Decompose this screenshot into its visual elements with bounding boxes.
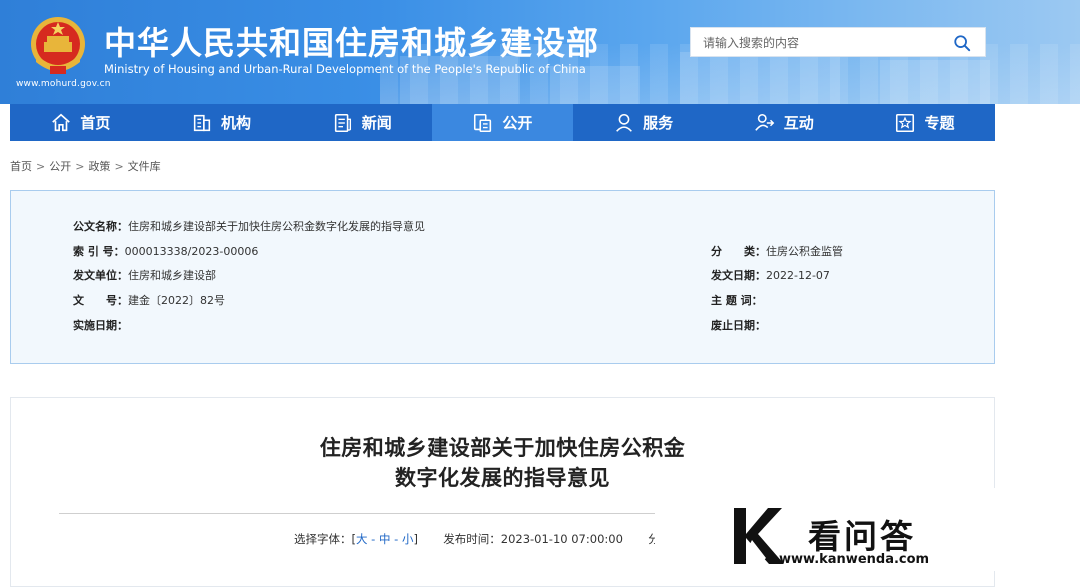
national-emblem-icon xyxy=(31,17,85,74)
keywords-label: 主 题 词： xyxy=(711,294,763,307)
nav-item-organization[interactable]: 机构 xyxy=(151,104,292,141)
font-size-medium-link[interactable]: 中 xyxy=(379,532,391,546)
keywords-row: 主 题 词： xyxy=(711,292,763,308)
effective-date-label: 实施日期： xyxy=(73,319,128,332)
search-input[interactable] xyxy=(703,33,943,53)
doc-name-row: 公文名称：住房和城乡建设部关于加快住房公积金数字化发展的指导意见 xyxy=(73,218,425,234)
doc-no-value: 建金〔2022〕82号 xyxy=(128,294,225,307)
watermark-url: www.kanwenda.com xyxy=(779,552,930,567)
article-meta: 选择字体：[大 - 中 - 小] 发布时间：2023-01-10 07:00:0… xyxy=(294,531,660,547)
doc-name-label: 公文名称： xyxy=(73,220,128,233)
search-box xyxy=(690,27,986,57)
category-label: 分 类： xyxy=(711,245,766,258)
breadcrumb-item-home[interactable]: 首页 xyxy=(10,160,32,173)
nav-label: 专题 xyxy=(924,114,955,132)
issuer-value: 住房和城乡建设部 xyxy=(128,269,216,282)
breadcrumb-item-policy[interactable]: 政策 xyxy=(88,160,110,173)
breadcrumb: 首页 > 公开 > 政策 > 文件库 xyxy=(10,158,161,174)
font-select-label: 选择字体：[ xyxy=(294,532,356,546)
main-nav: 首页 机构 新闻 公开 服务 互动 专题 xyxy=(10,104,995,141)
doc-no-label: 文 号： xyxy=(73,294,128,307)
issuer-row: 发文单位：住房和城乡建设部 xyxy=(73,267,216,283)
font-size-separator: - xyxy=(390,532,402,546)
issuer-label: 发文单位： xyxy=(73,269,128,282)
expiry-date-row: 废止日期： xyxy=(711,317,766,333)
issue-date-row: 发文日期：2022-12-07 xyxy=(711,267,830,283)
nav-item-topic[interactable]: 专题 xyxy=(854,104,995,141)
article-title-line1: 住房和城乡建设部关于加快住房公积金 xyxy=(319,436,686,460)
watermark-text: 看问答 xyxy=(808,517,916,556)
topic-icon xyxy=(896,113,915,132)
font-size-large-link[interactable]: 大 xyxy=(356,532,368,546)
header-banner: www.mohurd.gov.cn 中华人民共和国住房和城乡建设部 Minist… xyxy=(0,0,1080,104)
site-url: www.mohurd.gov.cn xyxy=(16,79,111,89)
category-value: 住房公积金监管 xyxy=(766,245,843,258)
nav-item-home[interactable]: 首页 xyxy=(10,104,151,141)
document-info-panel: 公文名称：住房和城乡建设部关于加快住房公积金数字化发展的指导意见 索 引 号：0… xyxy=(10,190,995,364)
font-size-small-link[interactable]: 小 xyxy=(402,532,414,546)
breadcrumb-separator: > xyxy=(36,160,46,173)
doc-no-row: 文 号：建金〔2022〕82号 xyxy=(73,292,225,308)
publish-time-label: 发布时间： xyxy=(443,532,501,546)
font-select-close: ] xyxy=(413,532,418,546)
breadcrumb-separator: > xyxy=(114,160,124,173)
nav-label: 公开 xyxy=(502,114,533,132)
building-icon xyxy=(193,114,211,131)
nav-item-service[interactable]: 服务 xyxy=(573,104,714,141)
category-row: 分 类：住房公积金监管 xyxy=(711,243,843,259)
search-icon[interactable] xyxy=(953,34,971,52)
nav-item-disclosure[interactable]: 公开 xyxy=(432,104,573,141)
publish-time-value: 2023-01-10 07:00:00 xyxy=(500,532,623,546)
nav-item-news[interactable]: 新闻 xyxy=(291,104,432,141)
issue-date-label: 发文日期： xyxy=(711,269,766,282)
breadcrumb-item-library[interactable]: 文件库 xyxy=(128,160,161,173)
breadcrumb-item-disclosure[interactable]: 公开 xyxy=(49,160,71,173)
doc-name-value: 住房和城乡建设部关于加快住房公积金数字化发展的指导意见 xyxy=(128,220,425,233)
site-title[interactable]: 中华人民共和国住房和城乡建设部 xyxy=(104,18,599,64)
disclosure-icon xyxy=(474,113,492,132)
nav-label: 机构 xyxy=(221,114,252,132)
expiry-date-label: 废止日期： xyxy=(711,319,766,332)
issue-date-value: 2022-12-07 xyxy=(766,269,830,282)
font-size-separator: - xyxy=(367,532,379,546)
breadcrumb-separator: > xyxy=(75,160,85,173)
nav-item-interaction[interactable]: 互动 xyxy=(713,104,854,141)
interaction-icon xyxy=(754,113,775,131)
service-icon xyxy=(616,113,632,132)
nav-label: 服务 xyxy=(643,114,674,132)
nav-label: 互动 xyxy=(783,114,814,132)
site-subtitle: Ministry of Housing and Urban-Rural Deve… xyxy=(104,62,586,76)
news-icon xyxy=(334,113,351,132)
index-row: 索 引 号：000013338/2023-00006 xyxy=(73,243,258,259)
nav-label: 首页 xyxy=(80,114,111,132)
effective-date-row: 实施日期： xyxy=(73,317,128,333)
nav-label: 新闻 xyxy=(361,114,392,132)
home-icon xyxy=(52,113,71,131)
index-value: 000013338/2023-00006 xyxy=(124,245,259,258)
index-label: 索 引 号： xyxy=(73,245,125,258)
